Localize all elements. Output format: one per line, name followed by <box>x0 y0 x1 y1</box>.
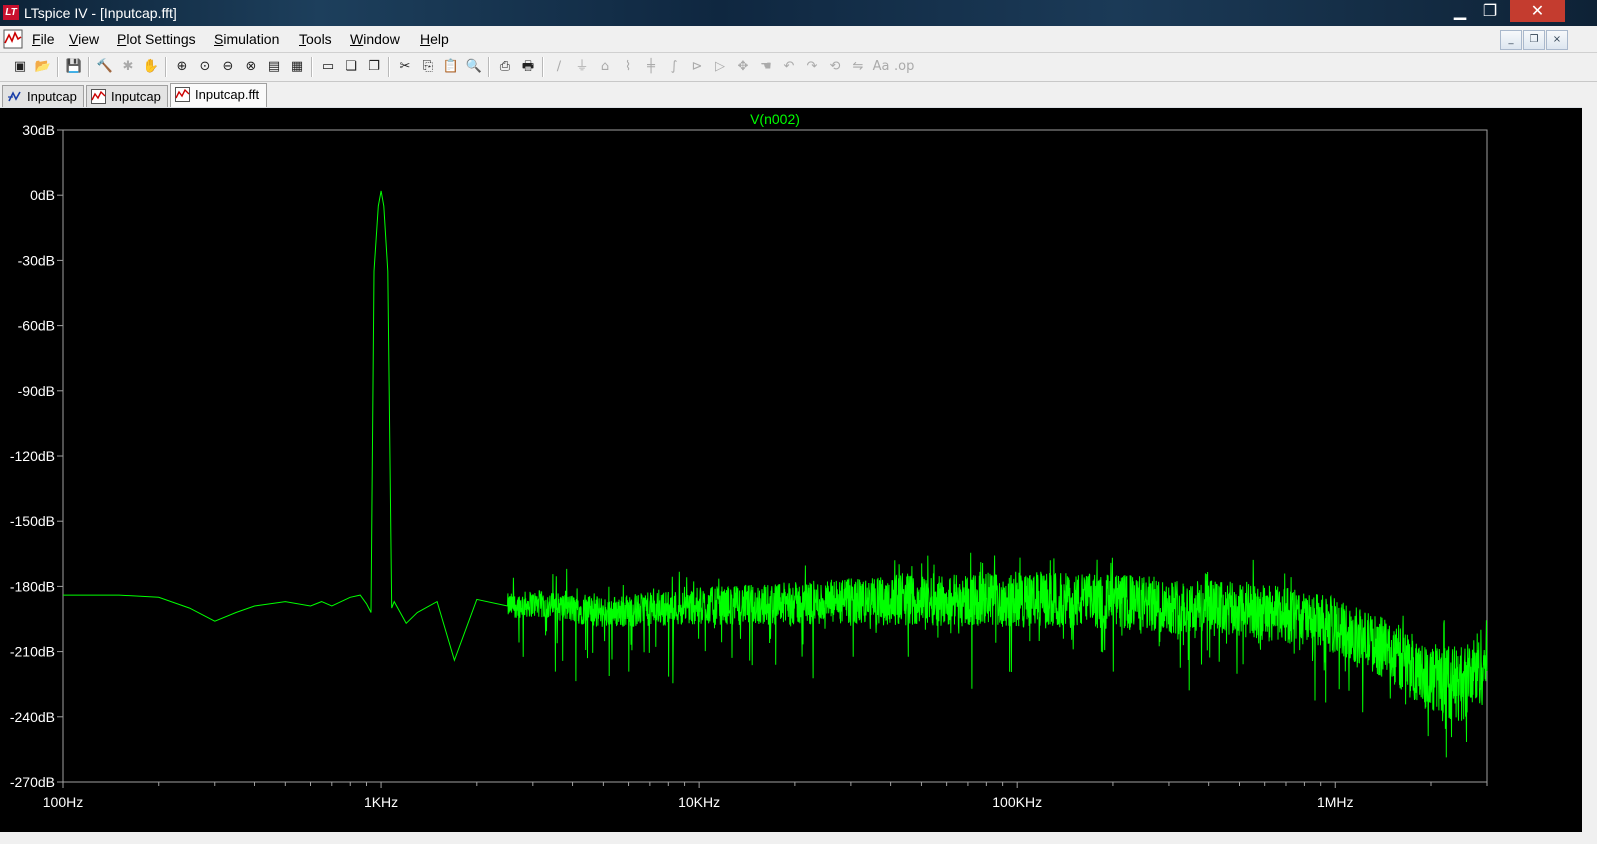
zoom-out-icon[interactable]: ⊖ <box>218 57 238 77</box>
toolbar-separator <box>57 57 59 77</box>
window-title: LTspice IV - [Inputcap.fft] <box>24 5 177 21</box>
schematic-icon <box>8 91 21 102</box>
toolbar-separator <box>88 57 90 77</box>
toolbar-separator <box>165 57 167 77</box>
inductor-icon[interactable]: ∫ <box>664 57 684 77</box>
mirror-icon[interactable]: ⇋ <box>848 57 868 77</box>
redo-icon[interactable]: ↷ <box>802 57 822 77</box>
resistor-icon[interactable]: ⌇ <box>618 57 638 77</box>
y-tick-label: -240dB <box>10 709 55 725</box>
waveform-plot-pane[interactable]: V(n002) 30dB 0dB -30dB -60dB -90dB -120dB -150… <box>0 108 1597 832</box>
y-tick-label: -150dB <box>10 513 55 529</box>
y-tick-label: -180dB <box>10 578 55 594</box>
control-panel-icon[interactable]: 🔨 <box>95 57 115 77</box>
vertical-scrollbar[interactable] <box>1582 82 1597 832</box>
mdi-restore-button[interactable]: ❐ <box>1523 30 1545 50</box>
y-tick-label: -90dB <box>18 383 55 399</box>
y-tick-label: -30dB <box>18 252 55 268</box>
plot-frame <box>62 129 1488 783</box>
draw-wire-icon[interactable]: ∕ <box>549 57 569 77</box>
menu-window[interactable]: Window <box>350 31 400 47</box>
trace-series <box>63 190 1488 758</box>
cut-icon[interactable]: ✂ <box>395 57 415 77</box>
diode-icon[interactable]: ⊳ <box>687 57 707 77</box>
tab-label: Inputcap <box>27 89 77 104</box>
toolbar-separator <box>542 57 544 77</box>
zoom-fit-icon[interactable]: ⊗ <box>241 57 261 77</box>
capacitor-icon[interactable]: ╪ <box>641 57 661 77</box>
find-icon[interactable]: 🔍 <box>464 57 484 77</box>
x-tick-label: 1KHz <box>364 794 398 810</box>
y-tick-label: 30dB <box>22 122 55 138</box>
waveform-icon <box>91 89 106 104</box>
rotate-icon[interactable]: ⟲ <box>825 57 845 77</box>
y-tick-label: -210dB <box>10 644 55 660</box>
close-window-button[interactable]: ✕ <box>1510 0 1565 22</box>
zoom-pan-icon[interactable]: ⊙ <box>195 57 215 77</box>
tab-inputcap-schematic[interactable]: Inputcap <box>2 85 84 107</box>
menu-tools[interactable]: Tools <box>299 31 332 47</box>
component-icon[interactable]: ▷ <box>710 57 730 77</box>
new-schematic-icon[interactable]: ▣ <box>10 57 30 77</box>
tile-horizontal-icon[interactable]: ▭ <box>318 57 338 77</box>
menu-help[interactable]: Help <box>420 31 449 47</box>
print-icon[interactable]: 🖶 <box>518 57 538 77</box>
waveform-icon <box>175 87 190 102</box>
title-bar: LT LTspice IV - [Inputcap.fft] ▁ ❐ ✕ <box>0 0 1597 26</box>
text-icon[interactable]: Aa <box>871 57 891 77</box>
tab-label: Inputcap.fft <box>195 87 260 102</box>
ltspice-logo-icon: LT <box>3 5 19 20</box>
y-tick-label: -270dB <box>10 774 55 790</box>
y-tick-label: -60dB <box>18 318 55 334</box>
copy-icon[interactable]: ⎘ <box>418 57 438 77</box>
set-manual-limits-icon[interactable]: ▦ <box>287 57 307 77</box>
status-bar <box>0 832 1597 844</box>
fft-chart[interactable]: V(n002) 30dB 0dB -30dB -60dB -90dB -120dB -150… <box>0 108 1582 832</box>
tile-vertical-icon[interactable]: ❐ <box>364 57 384 77</box>
y-axis: 30dB 0dB -30dB -60dB -90dB -120dB -150dB -180dB… <box>10 122 63 790</box>
undo-icon[interactable]: ↶ <box>779 57 799 77</box>
move-icon[interactable]: ✥ <box>733 57 753 77</box>
cascade-icon[interactable]: ❏ <box>341 57 361 77</box>
spice-directive-icon[interactable]: .op <box>894 57 914 77</box>
tab-inputcap-fft[interactable]: Inputcap.fft <box>170 83 267 107</box>
trace-label-v-n002[interactable]: V(n002) <box>750 111 800 127</box>
open-icon[interactable]: 📂 <box>33 57 53 77</box>
x-tick-label: 10KHz <box>678 794 720 810</box>
halt-icon[interactable]: ✋ <box>141 57 161 77</box>
y-tick-label: 0dB <box>30 187 55 203</box>
save-icon[interactable]: 💾 <box>64 57 84 77</box>
print-preview-icon[interactable]: ⎙ <box>495 57 515 77</box>
toolbar-separator <box>388 57 390 77</box>
menu-plot-settings[interactable]: Plot Settings <box>117 31 196 47</box>
toolbar-separator <box>488 57 490 77</box>
ground-icon[interactable]: ⏚ <box>572 57 592 77</box>
trace-v-n002[interactable] <box>63 190 1488 758</box>
paste-icon[interactable]: 📋 <box>441 57 461 77</box>
tab-bar: Inputcap Inputcap Inputcap.fft <box>0 82 1597 107</box>
menu-file[interactable]: File <box>32 31 55 47</box>
toolbar: ▣ 📂 💾 🔨 ✱ ✋ ⊕ ⊙ ⊖ ⊗ ▤ ▦ ▭ ❏ ❐ ✂ ⎘ 📋 🔍 ⎙ 🖶 ∕ ⏚ ⌂ ⌇ ╪ ∫ ⊳ ▷ ✥ ☚ ↶ ↷ ⟲ ⇋ Aa .op <box>0 53 1597 82</box>
tab-label: Inputcap <box>111 89 161 104</box>
mdi-minimize-button[interactable]: _ <box>1500 30 1522 50</box>
x-tick-label: 100KHz <box>992 794 1042 810</box>
y-tick-label: -120dB <box>10 448 55 464</box>
drag-icon[interactable]: ☚ <box>756 57 776 77</box>
label-net-icon[interactable]: ⌂ <box>595 57 615 77</box>
x-axis: 100Hz 1KHz 10KHz 100KHz 1MHz <box>43 782 1488 810</box>
x-tick-label: 100Hz <box>43 794 83 810</box>
restore-window-button[interactable]: ❐ <box>1470 0 1510 22</box>
zoom-in-icon[interactable]: ⊕ <box>172 57 192 77</box>
toolbar-separator <box>311 57 313 77</box>
x-tick-label: 1MHz <box>1317 794 1354 810</box>
tab-inputcap-waveform[interactable]: Inputcap <box>86 85 168 107</box>
menu-view[interactable]: View <box>69 31 99 47</box>
mdi-close-button[interactable]: × <box>1546 30 1568 50</box>
waveform-viewer-icon[interactable] <box>3 29 23 49</box>
menu-bar: File View Plot Settings Simulation Tools… <box>0 26 1597 53</box>
run-icon[interactable]: ✱ <box>118 57 138 77</box>
menu-simulation[interactable]: Simulation <box>214 31 279 47</box>
autorange-icon[interactable]: ▤ <box>264 57 284 77</box>
